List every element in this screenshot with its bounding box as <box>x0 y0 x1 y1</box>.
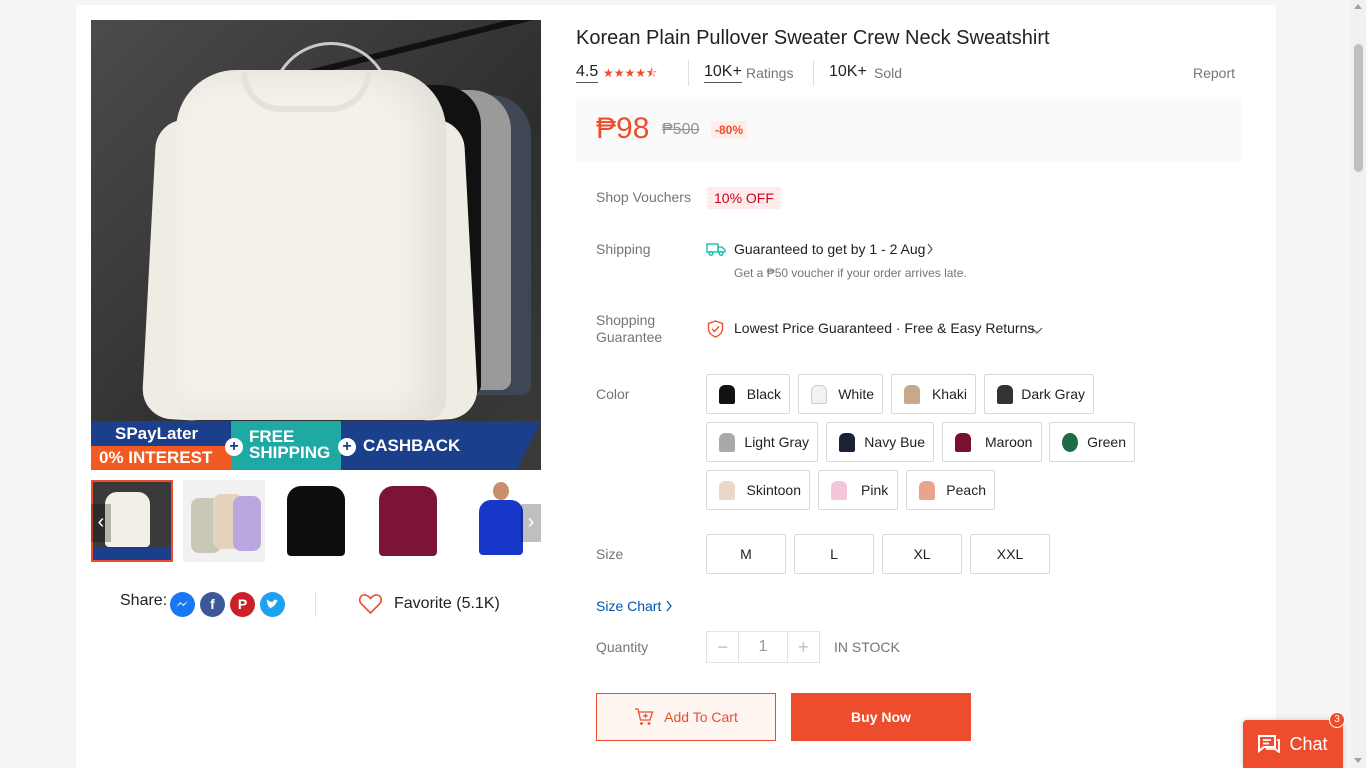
color-option-pink[interactable]: Pink <box>818 470 898 510</box>
share-divider <box>315 592 316 617</box>
color-option-white[interactable]: White <box>798 374 883 414</box>
color-option-black[interactable]: Black <box>706 374 790 414</box>
thumbnail-3[interactable] <box>275 480 357 562</box>
shipping-note: Get a ₱50 voucher if your order arrives … <box>734 266 967 280</box>
stock-status: IN STOCK <box>834 639 900 655</box>
share-label: Share: <box>120 592 168 609</box>
size-chart-link[interactable]: Size Chart <box>596 598 661 614</box>
rating-value[interactable]: 4.5 <box>576 63 599 83</box>
chat-icon <box>1258 735 1281 753</box>
ratings-count[interactable]: 10K+ <box>704 63 742 83</box>
quantity-label: Quantity <box>596 639 649 655</box>
color-option-maroon[interactable]: Maroon <box>942 422 1042 462</box>
promo-spaylater: SPayLater <box>91 421 231 446</box>
report-link[interactable]: Report <box>1193 65 1235 81</box>
quantity-input[interactable]: 1 <box>738 632 788 662</box>
chat-unread-badge: 3 <box>1329 712 1345 728</box>
quantity-stepper: − 1 + <box>706 631 820 663</box>
promo-interest: 0% INTEREST <box>91 446 231 470</box>
color-option-green[interactable]: Green <box>1049 422 1135 462</box>
plus-icon: + <box>338 438 356 456</box>
color-option-khaki[interactable]: Khaki <box>891 374 976 414</box>
facebook-icon[interactable]: f <box>200 592 225 617</box>
pinterest-icon[interactable]: P <box>230 592 255 617</box>
vouchers-label: Shop Vouchers <box>596 189 691 205</box>
ratings-label: Ratings <box>746 65 794 81</box>
shipping-guarantee-link[interactable]: Guaranteed to get by 1 - 2 Aug <box>734 241 925 257</box>
favorite-button[interactable]: Favorite (5.1K) <box>394 595 500 613</box>
thumbnail-next-button[interactable]: › <box>521 504 541 542</box>
color-option-navy-blue[interactable]: Navy Bue <box>826 422 934 462</box>
product-title: Korean Plain Pullover Sweater Crew Neck … <box>576 27 1050 49</box>
buy-now-button[interactable]: Buy Now <box>791 693 971 741</box>
promo-cashback: CASHBACK <box>341 421 541 470</box>
color-option-skintoon[interactable]: Skintoon <box>706 470 810 510</box>
shipping-label: Shipping <box>596 241 651 257</box>
size-option-m[interactable]: M <box>706 534 786 574</box>
discount-badge: -80% <box>711 121 748 139</box>
heart-icon[interactable] <box>358 593 383 620</box>
swatch-black <box>719 385 735 404</box>
chevron-down-icon[interactable] <box>1030 322 1044 340</box>
add-to-cart-button[interactable]: Add To Cart <box>596 693 776 741</box>
color-option-dark-gray[interactable]: Dark Gray <box>984 374 1094 414</box>
chevron-right-icon[interactable] <box>926 242 934 261</box>
size-label: Size <box>596 546 624 562</box>
truck-icon <box>706 242 726 261</box>
white-sweatshirt-image <box>176 70 446 420</box>
promo-free-shipping: FREE SHIPPING <box>231 421 341 470</box>
voucher-chip[interactable]: 10% OFF <box>706 187 782 209</box>
thumbnail-prev-button[interactable]: ‹ <box>91 504 111 542</box>
thumbnail-strip: ‹ › <box>91 480 541 562</box>
rating-stars: ★★★★⯪ <box>603 66 658 80</box>
size-option-l[interactable]: L <box>794 534 874 574</box>
scroll-up-icon[interactable] <box>1354 4 1362 9</box>
color-label: Color <box>596 386 630 402</box>
guarantee-label: Shopping Guarantee <box>596 312 663 345</box>
plus-icon: + <box>225 438 243 456</box>
size-option-xl[interactable]: XL <box>882 534 962 574</box>
thumbnail-2[interactable] <box>183 480 265 562</box>
original-price: ₱500 <box>662 121 700 138</box>
thumbnail-4[interactable] <box>367 480 449 562</box>
color-option-light-gray[interactable]: Light Gray <box>706 422 818 462</box>
promo-banner: SPayLater 0% INTEREST FREE SHIPPING CASH… <box>91 421 541 470</box>
scroll-down-icon[interactable] <box>1354 758 1362 763</box>
quantity-increase-button[interactable]: + <box>788 632 819 662</box>
scrollbar-thumb[interactable] <box>1354 44 1363 172</box>
chevron-right-icon[interactable] <box>665 599 673 618</box>
twitter-icon[interactable] <box>260 592 285 617</box>
sold-label: Sold <box>874 65 903 81</box>
chat-button[interactable]: Chat <box>1243 720 1343 768</box>
shield-icon <box>707 320 724 343</box>
sold-count: 10K+ <box>829 63 867 80</box>
cart-icon <box>634 708 654 726</box>
size-option-xxl[interactable]: XXL <box>970 534 1050 574</box>
messenger-icon[interactable] <box>170 592 195 617</box>
color-option-peach[interactable]: Peach <box>906 470 995 510</box>
guarantee-text[interactable]: Lowest Price Guaranteed · Free & Easy Re… <box>734 320 1034 336</box>
product-main-image[interactable] <box>91 20 541 470</box>
current-price: ₱98 <box>596 112 650 145</box>
quantity-decrease-button[interactable]: − <box>707 632 738 662</box>
